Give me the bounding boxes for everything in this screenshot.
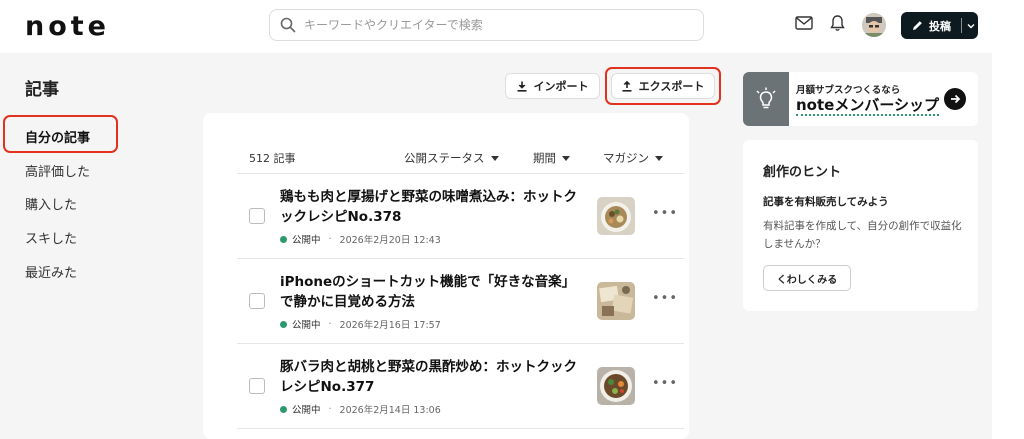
sidebar-item-recent[interactable]: 最近みた	[25, 262, 77, 281]
article-meta: 公開中 · 2026年2月14日 13:06	[280, 402, 441, 416]
food-photo-icon	[597, 197, 635, 235]
filter-magazine-label: マガジン	[603, 151, 649, 165]
meta-separator: ·	[328, 233, 332, 245]
more-options-icon[interactable]: •••	[652, 376, 678, 391]
food-photo-icon	[597, 367, 635, 405]
promo-arrow-button[interactable]	[944, 88, 966, 110]
filter-magazine[interactable]: マガジン	[603, 150, 663, 166]
article-title[interactable]: 豚バラ肉と胡桃と野菜の黒酢炒め：ホットクックレシピNo.377	[280, 357, 580, 397]
filter-publish-status-label: 公開ステータス	[404, 151, 485, 165]
download-icon	[517, 81, 526, 92]
arrow-right-icon	[951, 94, 961, 104]
creation-hint-card: 創作のヒント 記事を有料販売してみよう 有料記事を作成して、自分の創作で収益化し…	[743, 140, 978, 311]
more-options-icon[interactable]: •••	[652, 206, 678, 221]
chevron-down-icon[interactable]	[966, 21, 976, 31]
mail-icon[interactable]	[795, 16, 813, 30]
membership-banner[interactable]: 月額サブスクつくるなら noteメンバーシップ	[743, 72, 978, 126]
sidebar-item-suki[interactable]: スキした	[25, 228, 77, 247]
status-badge: 公開中	[292, 405, 321, 416]
caret-down-icon	[490, 155, 499, 161]
lightbulb-icon	[756, 87, 776, 109]
status-dot	[280, 405, 287, 413]
import-button[interactable]: インポート	[505, 73, 600, 99]
article-title[interactable]: 鶏もも肉と厚揚げと野菜の味噌煮込み：ホットクックレシピNo.378	[280, 187, 580, 227]
learn-more-button[interactable]: くわしくみる	[763, 265, 851, 291]
article-checkbox[interactable]	[249, 293, 265, 309]
avatar[interactable]	[862, 13, 886, 37]
search-input[interactable]	[304, 18, 684, 32]
article-date: 2026年2月14日 13:06	[339, 405, 441, 416]
divider	[237, 428, 684, 429]
highlight-box-export	[605, 67, 721, 105]
import-button-label: インポート	[533, 80, 589, 93]
search-box[interactable]	[269, 9, 704, 41]
status-dot	[280, 320, 287, 328]
bell-icon[interactable]	[830, 14, 845, 32]
article-checkbox[interactable]	[249, 378, 265, 394]
user-avatar-icon	[862, 13, 886, 37]
promo-icon-box	[743, 72, 789, 126]
sidebar-item-purchased[interactable]: 購入した	[25, 194, 77, 213]
post-button-divider	[961, 18, 962, 33]
article-thumbnail[interactable]	[597, 197, 635, 235]
filter-period[interactable]: 期間	[533, 150, 570, 166]
divider	[237, 173, 684, 174]
article-thumbnail[interactable]	[597, 282, 635, 320]
divider	[237, 343, 684, 344]
page-title: 記事	[25, 80, 59, 100]
promo-title: noteメンバーシップ	[796, 96, 940, 116]
article-title[interactable]: iPhoneのショートカット機能で「好きな音楽」で静かに目覚める方法	[280, 272, 580, 312]
meta-separator: ·	[328, 318, 332, 330]
status-badge: 公開中	[292, 320, 321, 331]
hint-body: 有料記事を作成して、自分の創作で収益化しませんか？	[763, 220, 962, 250]
caret-down-icon	[562, 155, 570, 161]
status-badge: 公開中	[292, 235, 321, 246]
meta-separator: ·	[328, 403, 332, 415]
article-meta: 公開中 · 2026年2月16日 17:57	[280, 317, 441, 331]
note-logo[interactable]: note	[25, 11, 110, 42]
desk-photo-icon	[597, 282, 635, 320]
hint-heading: 記事を有料販売してみよう	[763, 196, 889, 208]
article-checkbox[interactable]	[249, 208, 265, 224]
sidebar-item-liked[interactable]: 高評価した	[25, 161, 90, 180]
filter-publish-status[interactable]: 公開ステータス	[404, 150, 499, 166]
promo-subtitle: 月額サブスクつくるなら	[796, 85, 901, 96]
post-button-label: 投稿	[929, 19, 951, 33]
article-date: 2026年2月20日 12:43	[339, 235, 441, 246]
highlight-box-sidebar	[3, 115, 118, 153]
search-icon	[280, 17, 296, 33]
post-button[interactable]: 投稿	[901, 12, 978, 39]
divider	[237, 258, 684, 259]
more-options-icon[interactable]: •••	[652, 291, 678, 306]
article-thumbnail[interactable]	[597, 367, 635, 405]
article-count: 512 記事	[249, 152, 296, 165]
caret-down-icon	[655, 155, 663, 161]
filter-period-label: 期間	[533, 151, 556, 165]
article-meta: 公開中 · 2026年2月20日 12:43	[280, 232, 441, 246]
hint-title: 創作のヒント	[763, 165, 842, 180]
article-date: 2026年2月16日 17:57	[339, 320, 441, 331]
header: note 投稿	[0, 0, 1024, 53]
pencil-icon	[913, 21, 922, 30]
status-dot	[280, 235, 287, 243]
